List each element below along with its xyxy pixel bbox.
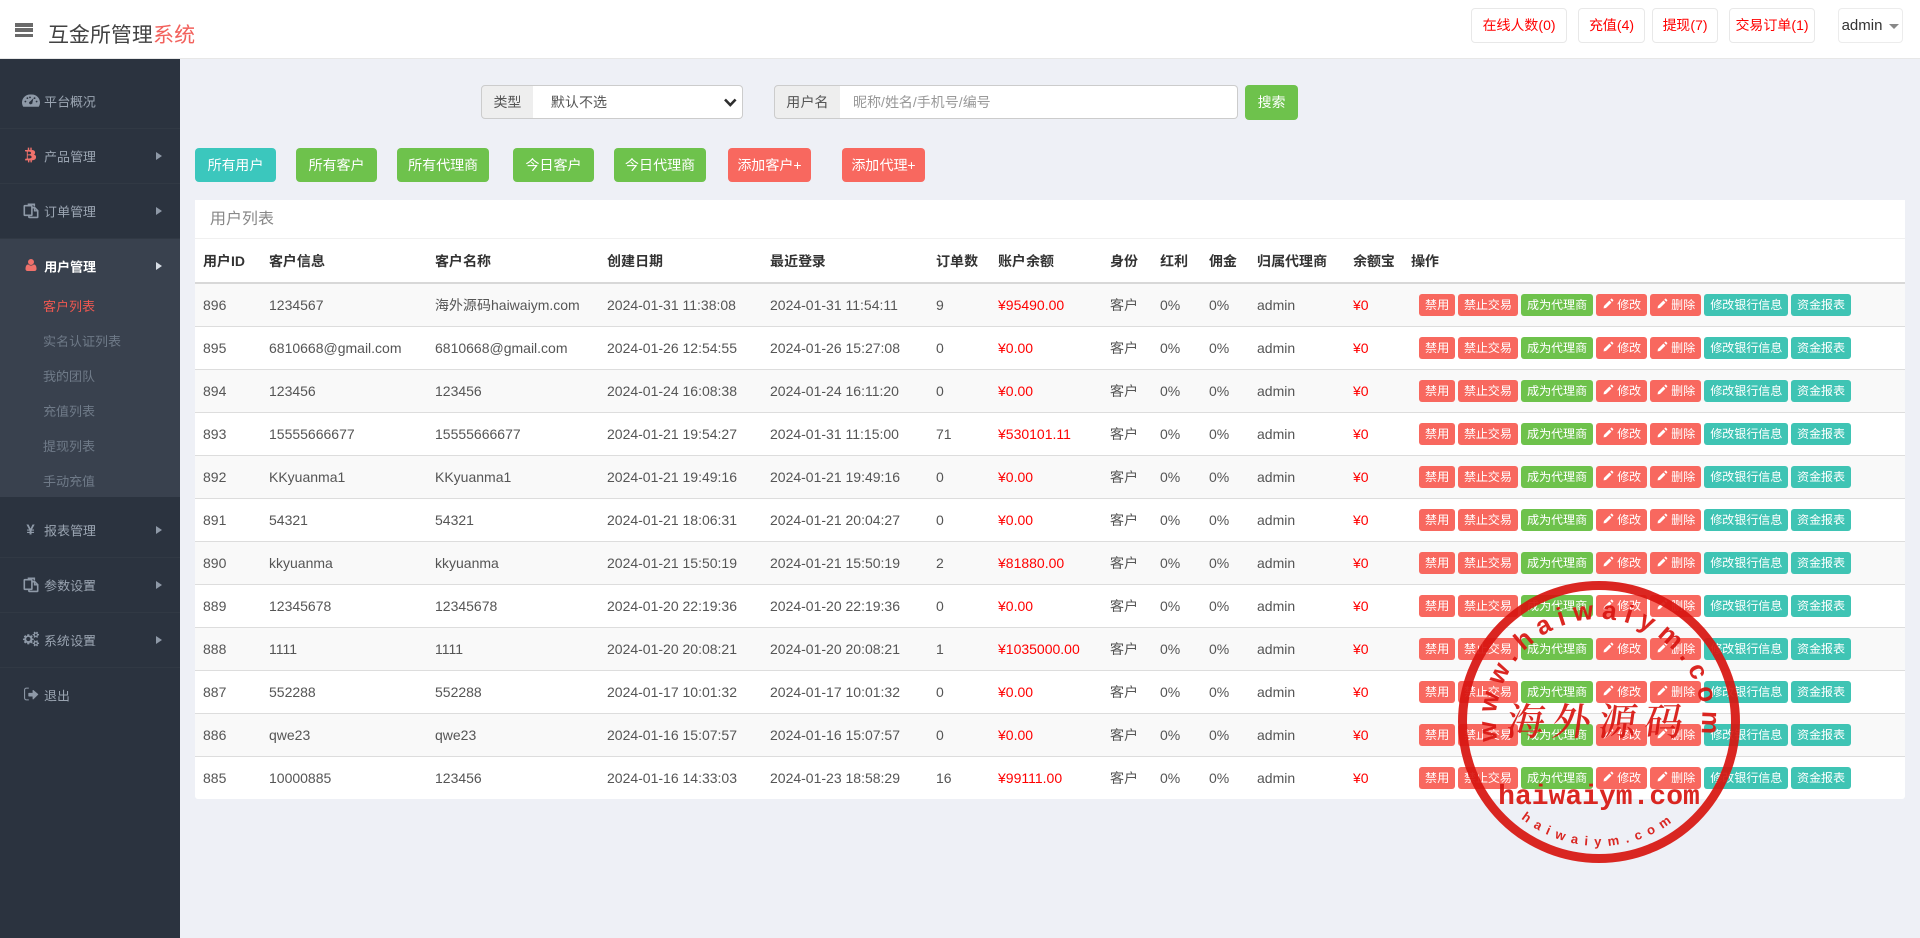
svg-text:海外源码: 海外源码 [1504,691,1696,746]
svg-text:haiwaiym.com: haiwaiym.com [1498,782,1700,813]
